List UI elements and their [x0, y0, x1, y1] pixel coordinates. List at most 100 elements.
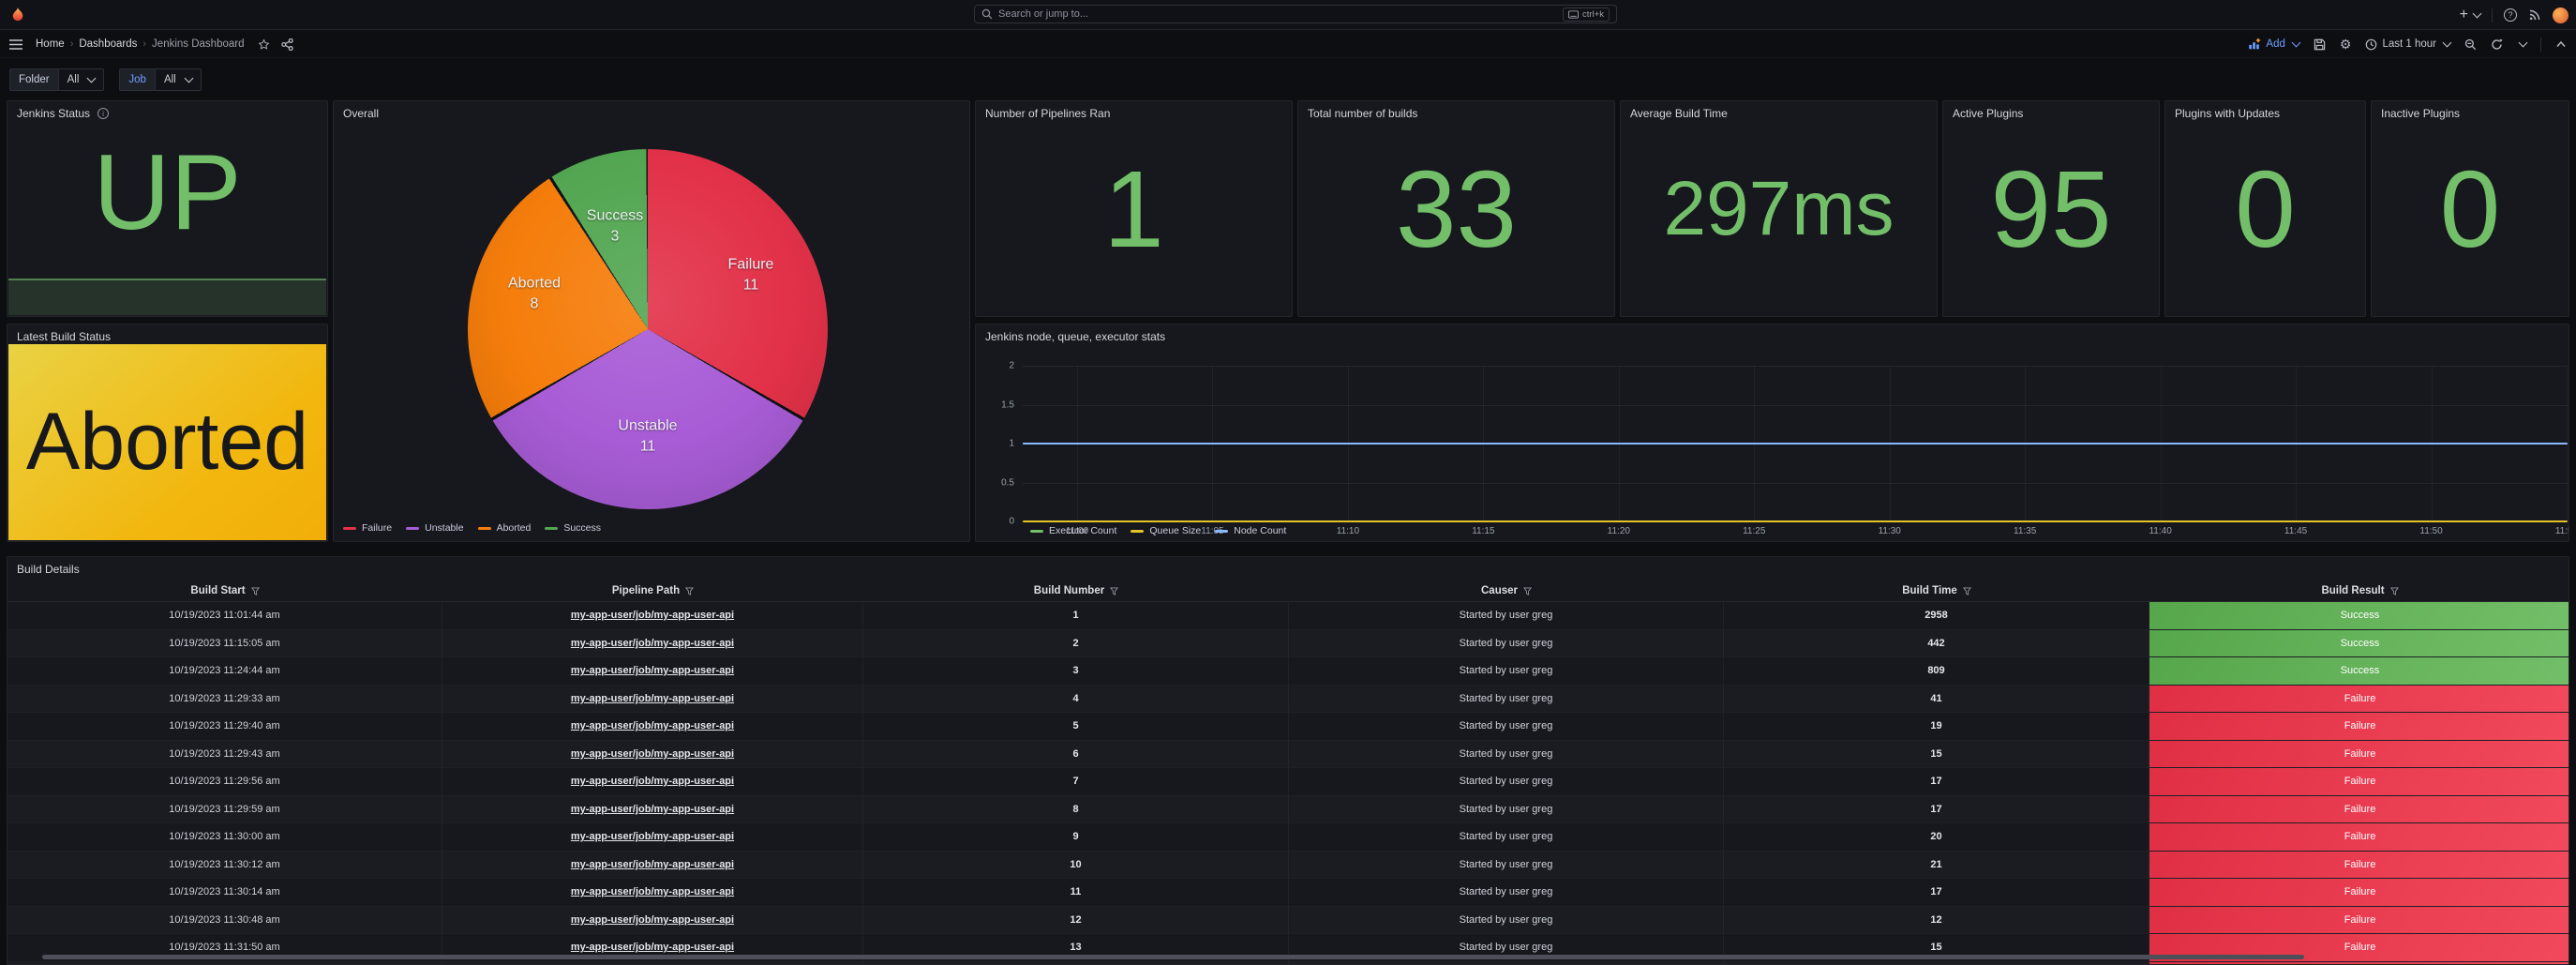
pipeline-path-text[interactable]: my-app-user/job/my-app-user-api [571, 665, 734, 676]
divider [2540, 38, 2541, 52]
save-dashboard-button[interactable] [2314, 38, 2326, 51]
favorite-star-icon[interactable] [258, 38, 270, 51]
x-axis-label: 11:10 [1337, 526, 1359, 536]
legend-item-node-count[interactable]: Node Count [1215, 525, 1286, 536]
status-badge-failure: Failure [2149, 713, 2569, 740]
legend-item-failure[interactable]: Failure [343, 522, 392, 534]
time-range-picker[interactable]: Last 1 hour [2365, 38, 2450, 51]
time-series-plot[interactable]: 00.511.5211:0011:0511:1011:1511:2011:251… [1023, 366, 2568, 521]
pipeline-path-text[interactable]: my-app-user/job/my-app-user-api [571, 748, 734, 760]
pipeline-path-text[interactable]: my-app-user/job/my-app-user-api [571, 859, 734, 870]
filter-funnel-icon[interactable] [251, 587, 260, 596]
filter-funnel-icon[interactable] [2390, 587, 2399, 596]
pipeline-path-text[interactable]: my-app-user/job/my-app-user-api [571, 610, 734, 621]
causer-cell: Started by user greg [1289, 768, 1724, 795]
zoom-out-button[interactable] [2464, 38, 2477, 51]
pipeline-path-link[interactable]: my-app-user/job/my-app-user-api [442, 602, 863, 629]
variable-value-dropdown[interactable]: All [155, 68, 202, 91]
causer-cell: Started by user greg [1289, 657, 1724, 685]
x-axis-label: 11:20 [1608, 526, 1630, 536]
column-header-causer[interactable]: Causer [1289, 581, 1724, 601]
legend-item-executor-count[interactable]: Executor Count [1030, 525, 1116, 536]
legend-item-unstable[interactable]: Unstable [406, 522, 463, 534]
pipeline-path-link[interactable]: my-app-user/job/my-app-user-api [442, 768, 863, 795]
variable-label[interactable]: Job [119, 68, 155, 91]
legend-item-queue-size[interactable]: Queue Size [1131, 525, 1201, 536]
new-menu-button[interactable]: + [2460, 7, 2480, 23]
causer-cell: Started by user greg [1289, 907, 1724, 934]
variables-row: FolderAllJobAll [0, 58, 2576, 100]
filter-funnel-icon[interactable] [1523, 587, 1532, 596]
pipeline-path-text[interactable]: my-app-user/job/my-app-user-api [571, 886, 734, 897]
breadcrumb-item[interactable]: Home [36, 38, 65, 50]
column-header-pipeline-path[interactable]: Pipeline Path [442, 581, 863, 601]
news-icon[interactable] [2528, 8, 2541, 22]
build-time-cell: 21 [1724, 852, 2149, 879]
pipeline-path-link[interactable]: my-app-user/job/my-app-user-api [442, 879, 863, 906]
legend-item-success[interactable]: Success [545, 522, 601, 534]
refresh-interval-dropdown[interactable] [2517, 42, 2526, 46]
search-input[interactable]: Search or jump to... ctrl+k [974, 5, 1617, 23]
pipeline-path-text[interactable]: my-app-user/job/my-app-user-api [571, 693, 734, 704]
menu-toggle-icon[interactable] [9, 39, 22, 50]
legend-item-aborted[interactable]: Aborted [478, 522, 532, 534]
pipeline-path-text[interactable]: my-app-user/job/my-app-user-api [571, 804, 734, 815]
pipeline-path-link[interactable]: my-app-user/job/my-app-user-api [442, 686, 863, 713]
breadcrumb-item[interactable]: Jenkins Dashboard [152, 38, 244, 50]
pipeline-path-text[interactable]: my-app-user/job/my-app-user-api [571, 638, 734, 649]
collapse-toolbar-icon[interactable] [2555, 38, 2567, 50]
pipeline-path-text[interactable]: my-app-user/job/my-app-user-api [571, 942, 734, 953]
column-header-build-number[interactable]: Build Number [863, 581, 1289, 601]
column-header-label: Pipeline Path [612, 585, 680, 596]
status-badge-failure: Failure [2149, 879, 2569, 906]
pipeline-path-link[interactable]: my-app-user/job/my-app-user-api [442, 796, 863, 823]
pie-slice-label: Aborted8 [508, 274, 561, 316]
variable-label[interactable]: Folder [9, 68, 58, 91]
pipeline-path-text[interactable]: my-app-user/job/my-app-user-api [571, 831, 734, 842]
build-start-cell: 10/19/2023 11:29:43 am [7, 741, 442, 768]
legend-swatch [1215, 530, 1228, 533]
status-sparkline [8, 279, 326, 315]
column-header-build-time[interactable]: Build Time [1724, 581, 2149, 601]
causer-cell: Started by user greg [1289, 686, 1724, 713]
filter-funnel-icon[interactable] [1110, 587, 1118, 596]
horizontal-scrollbar[interactable] [42, 955, 2304, 959]
causer-cell: Started by user greg [1289, 741, 1724, 768]
refresh-button[interactable] [2491, 38, 2503, 51]
pipeline-path-link[interactable]: my-app-user/job/my-app-user-api [442, 852, 863, 879]
share-icon[interactable] [281, 38, 293, 51]
status-badge-failure: Failure [2149, 796, 2569, 823]
dashboard-settings-button[interactable]: ⚙ [2340, 37, 2352, 53]
info-icon[interactable]: i [97, 108, 109, 119]
pipeline-path-link[interactable]: my-app-user/job/my-app-user-api [442, 713, 863, 740]
slice-name: Aborted [508, 274, 561, 294]
pipeline-path-text[interactable]: my-app-user/job/my-app-user-api [571, 914, 734, 926]
breadcrumb: Home›Dashboards›Jenkins Dashboard [34, 38, 247, 50]
pipeline-path-link[interactable]: my-app-user/job/my-app-user-api [442, 657, 863, 685]
pipeline-path-link[interactable]: my-app-user/job/my-app-user-api [442, 741, 863, 768]
breadcrumb-item[interactable]: Dashboards [79, 38, 137, 50]
slice-name: Success [587, 206, 643, 227]
pipeline-path-link[interactable]: my-app-user/job/my-app-user-api [442, 907, 863, 934]
add-panel-button[interactable]: Add [2248, 38, 2299, 51]
filter-funnel-icon[interactable] [1963, 587, 1971, 596]
series-line-node-count [1023, 443, 2568, 445]
filter-funnel-icon[interactable] [685, 587, 694, 596]
user-avatar[interactable] [2553, 8, 2569, 23]
pie-slice-label: Unstable11 [618, 416, 677, 459]
pipeline-path-text[interactable]: my-app-user/job/my-app-user-api [571, 776, 734, 787]
pipeline-path-link[interactable] [442, 962, 863, 965]
help-icon[interactable]: ? [2504, 8, 2517, 22]
pipeline-path-text[interactable]: my-app-user/job/my-app-user-api [571, 720, 734, 731]
slice-value: 3 [587, 227, 643, 248]
x-axis-label: 11:50 [2419, 526, 2442, 536]
variable-value-dropdown[interactable]: All [58, 68, 105, 91]
grafana-logo-icon[interactable] [9, 7, 26, 23]
pipeline-path-link[interactable]: my-app-user/job/my-app-user-api [442, 823, 863, 851]
status-badge-failure: Failure [2149, 686, 2569, 713]
panel-title: Overall [343, 107, 379, 120]
column-header-build-result[interactable]: Build Result [2149, 581, 2569, 601]
build-result-cell: Success [2149, 602, 2569, 629]
pipeline-path-link[interactable]: my-app-user/job/my-app-user-api [442, 630, 863, 657]
column-header-build-start[interactable]: Build Start [7, 581, 442, 601]
